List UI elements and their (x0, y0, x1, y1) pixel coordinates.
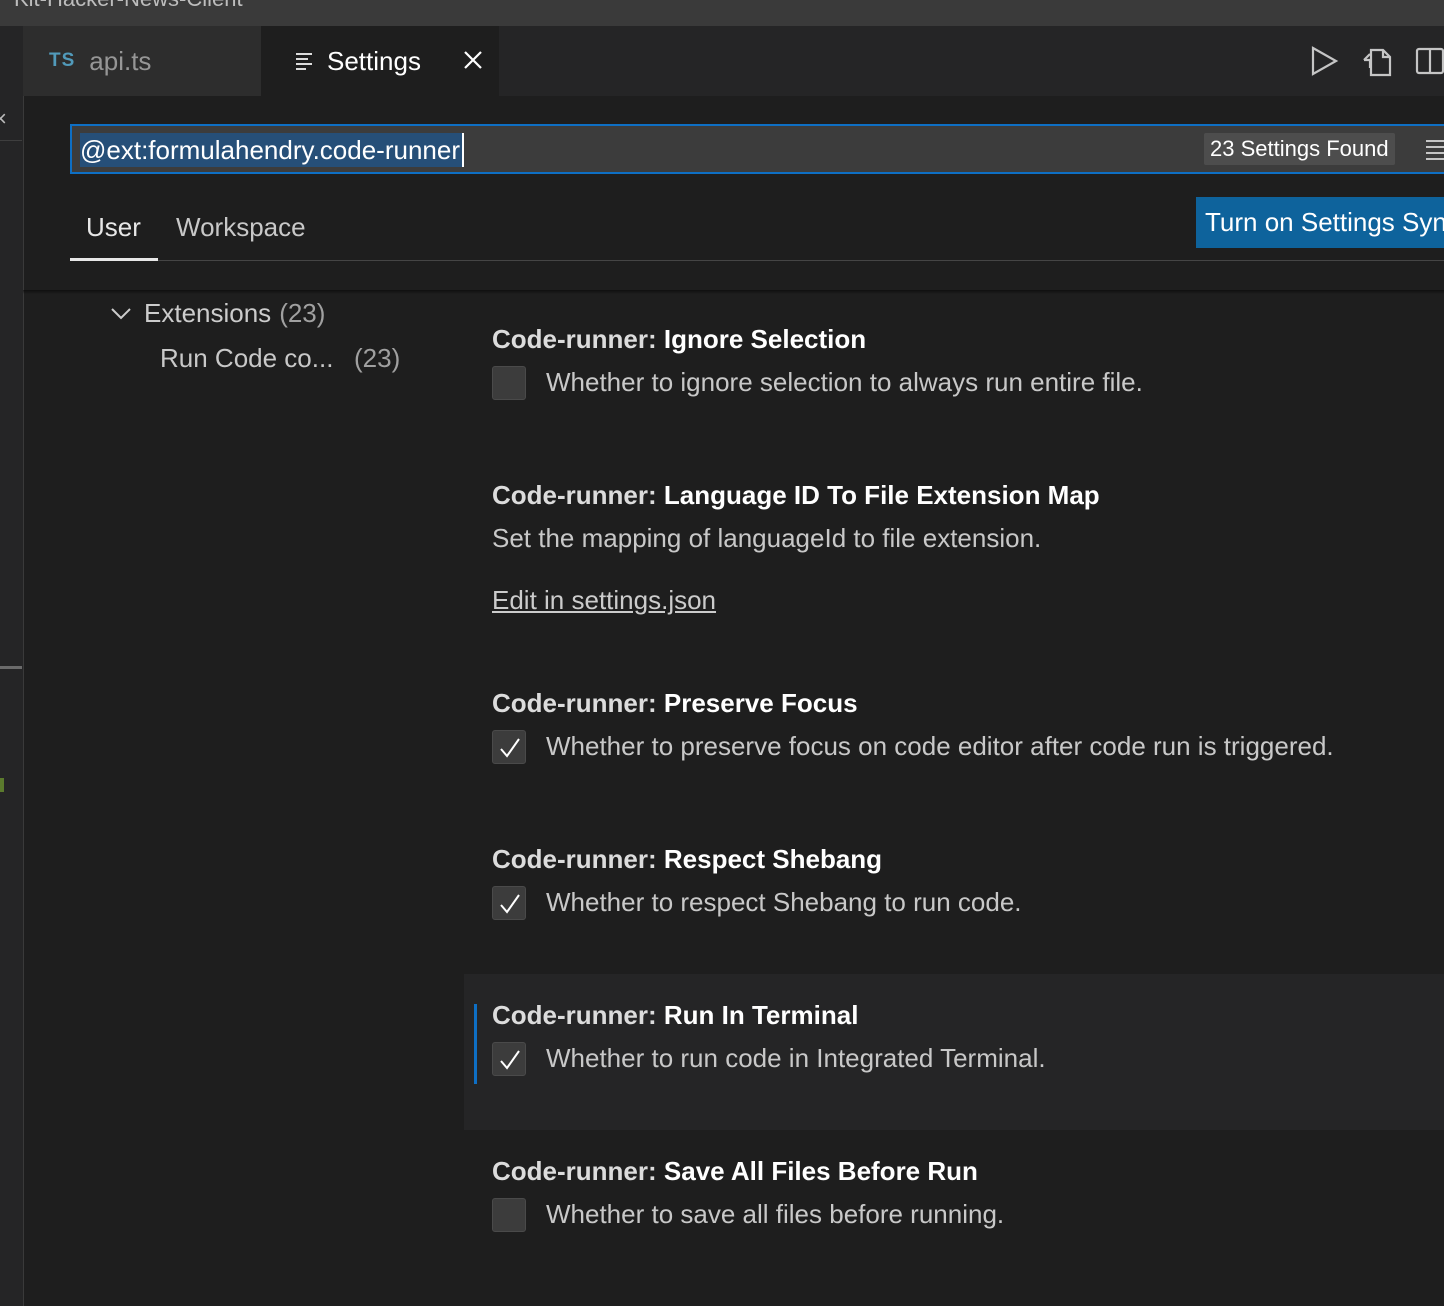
setting-description: Set the mapping of languageId to file ex… (492, 523, 1042, 553)
run-in-terminal-checkbox[interactable] (492, 1042, 526, 1076)
setting-run-in-terminal: Code-runner: Run In Terminal Whether to … (464, 974, 1444, 1130)
setting-title: Code-runner: Preserve Focus (492, 688, 858, 718)
setting-save-all-files: Code-runner: Save All Files Before Run W… (464, 1150, 1444, 1300)
check-icon (500, 894, 520, 914)
tab-settings[interactable]: Settings (261, 26, 499, 96)
close-tab-icon[interactable] (461, 48, 485, 79)
check-icon (500, 1050, 520, 1070)
tab-api-ts[interactable]: TS api.ts (23, 26, 261, 96)
divider (70, 260, 1444, 261)
setting-respect-shebang: Code-runner: Respect Shebang Whether to … (464, 838, 1444, 988)
check-icon (500, 738, 520, 758)
filter-icon[interactable] (1424, 138, 1444, 165)
search-query[interactable]: @ext:formulahendry.code-runner (80, 133, 464, 167)
respect-shebang-checkbox[interactable] (492, 886, 526, 920)
run-icon[interactable] (1309, 46, 1339, 81)
results-count-badge: 23 Settings Found (1204, 133, 1395, 165)
tab-workspace-settings[interactable]: Workspace (176, 212, 306, 243)
toc-extensions-group[interactable]: Extensions (23) (110, 298, 325, 329)
tab-user-settings[interactable]: User (86, 212, 141, 243)
editor-tab-bar: TS api.ts Settings (23, 26, 1444, 96)
toc-item-count: (23) (354, 343, 401, 373)
typescript-icon: TS (49, 50, 76, 71)
window-title: Kit-Hacker-News-Client (14, 0, 243, 12)
split-editor-icon[interactable] (1415, 46, 1444, 81)
toc-extensions-count: (23) (279, 298, 326, 328)
setting-title: Code-runner: Language ID To File Extensi… (492, 480, 1100, 510)
settings-search-input[interactable]: @ext:formulahendry.code-runner 23 Settin… (70, 124, 1444, 174)
save-all-files-checkbox[interactable] (492, 1198, 526, 1232)
ignore-selection-checkbox[interactable] (492, 366, 526, 400)
open-settings-json-icon[interactable] (1361, 46, 1393, 83)
setting-description: Whether to respect Shebang to run code. (546, 887, 1022, 917)
header-shadow (23, 290, 1444, 294)
setting-description: Whether to save all files before running… (546, 1199, 1005, 1229)
setting-title: Code-runner: Run In Terminal (492, 1000, 859, 1030)
setting-description: Whether to preserve focus on code editor… (546, 731, 1334, 761)
active-tab-indicator (70, 258, 158, 261)
setting-description: Whether to ignore selection to always ru… (546, 367, 1143, 397)
settings-editor-icon (295, 46, 315, 77)
setting-language-id-map: Code-runner: Language ID To File Extensi… (464, 474, 1444, 674)
turn-on-settings-sync-button[interactable]: Turn on Settings Sync (1196, 197, 1444, 248)
git-change-marker (0, 778, 4, 792)
toc-item-run-code[interactable]: Run Code co... (160, 343, 333, 374)
divider (0, 140, 22, 141)
setting-description: Whether to run code in Integrated Termin… (546, 1043, 1046, 1073)
close-icon[interactable]: × (0, 106, 7, 132)
tab-label: api.ts (89, 45, 152, 76)
preserve-focus-checkbox[interactable] (492, 730, 526, 764)
window-titlebar: Kit-Hacker-News-Client (0, 0, 1444, 26)
setting-title: Code-runner: Save All Files Before Run (492, 1156, 978, 1186)
tab-label: Settings (327, 45, 421, 76)
toc-extensions-label: Extensions (144, 298, 272, 328)
chevron-down-icon (111, 307, 131, 319)
explorer-sidebar-edge: × (0, 26, 24, 1306)
setting-preserve-focus: Code-runner: Preserve Focus Whether to p… (464, 682, 1444, 832)
setting-title: Code-runner: Respect Shebang (492, 844, 883, 874)
edit-in-settings-json-link[interactable]: Edit in settings.json (492, 585, 716, 616)
sidebar-sash[interactable] (0, 666, 22, 669)
focused-row-indicator (474, 1004, 477, 1084)
setting-title: Code-runner: Ignore Selection (492, 324, 867, 354)
setting-ignore-selection: Code-runner: Ignore Selection Whether to… (464, 318, 1444, 468)
